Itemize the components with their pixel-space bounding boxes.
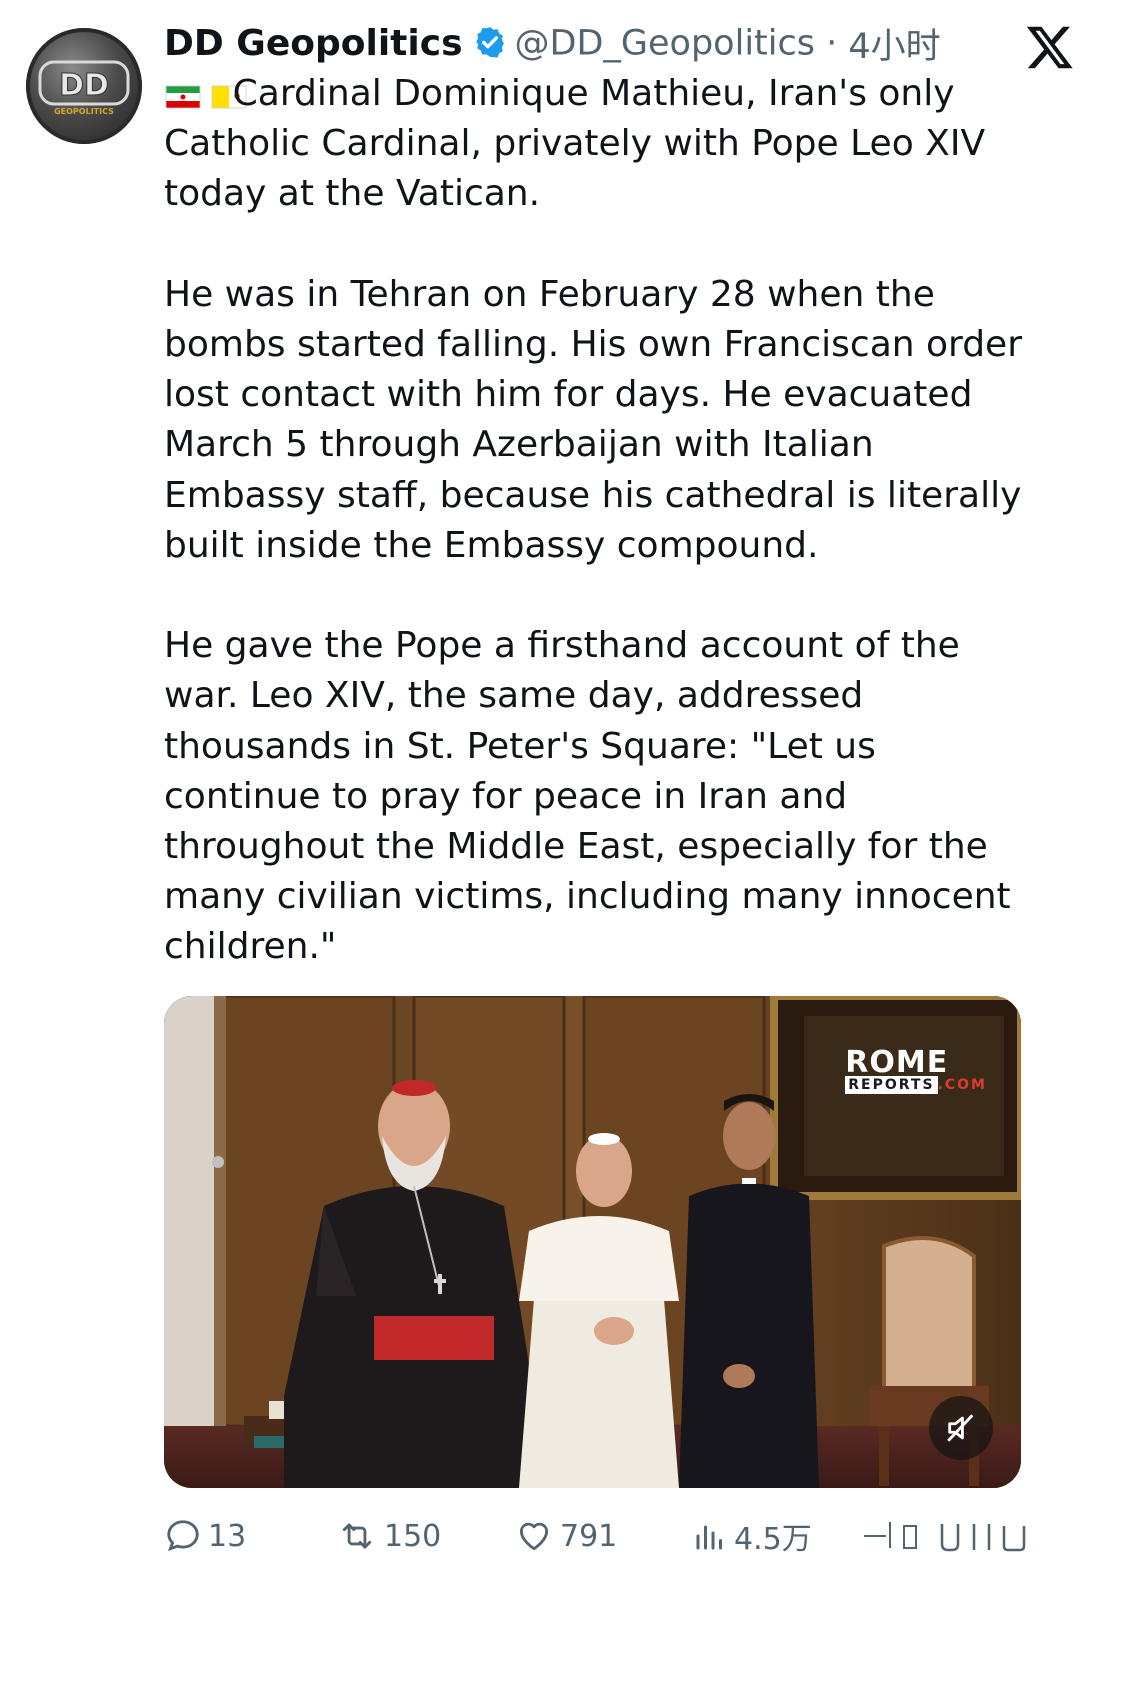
bookmark-share-group[interactable]: [864, 1510, 1040, 1562]
verified-badge-icon: [473, 25, 507, 63]
views-chart-icon: [696, 1525, 722, 1550]
separator-dot: ·: [814, 23, 849, 64]
repost-button[interactable]: 150: [336, 1510, 441, 1562]
tweet-header: DD Geopolitics @DD_Geopolitics · 4小时: [164, 18, 1015, 74]
mute-button[interactable]: [929, 1396, 993, 1460]
reply-count: 13: [208, 1518, 247, 1554]
like-button[interactable]: 791: [514, 1510, 617, 1562]
avatar-monogram: DD: [59, 68, 109, 103]
tweet-text: Cardinal Dominique Mathieu, Iran's only …: [164, 73, 1023, 968]
reply-button[interactable]: 13: [164, 1510, 246, 1562]
repost-icon: [342, 1523, 372, 1549]
avatar[interactable]: DD GEOPOLITICS: [26, 28, 142, 144]
heart-icon: [519, 1522, 549, 1551]
views-button[interactable]: 4.5万: [692, 1510, 812, 1562]
view-count: 4.5万: [734, 1522, 812, 1557]
like-count: 791: [560, 1518, 618, 1554]
muted-speaker-icon: [947, 1414, 974, 1442]
rome-reports-watermark: ROME REPORTS .COM: [845, 1045, 987, 1094]
watermark-com: .COM: [937, 1077, 987, 1093]
x-logo-icon[interactable]: [1025, 22, 1075, 72]
watermark-reports: REPORTS: [845, 1076, 938, 1094]
reply-icon: [167, 1520, 199, 1552]
author-handle[interactable]: @DD_Geopolitics: [515, 24, 815, 64]
post-time[interactable]: 4小时: [848, 27, 940, 67]
action-bar: 13 150 791 4.5万: [164, 1510, 1064, 1562]
bookmark-share-icons: [864, 1522, 1026, 1552]
watermark-rome: ROME: [845, 1045, 949, 1080]
author-name[interactable]: DD Geopolitics: [164, 23, 463, 64]
repost-count: 150: [384, 1518, 442, 1554]
avatar-subtext: GEOPOLITICS: [54, 107, 114, 116]
video-media[interactable]: ROME REPORTS .COM: [164, 996, 1021, 1488]
